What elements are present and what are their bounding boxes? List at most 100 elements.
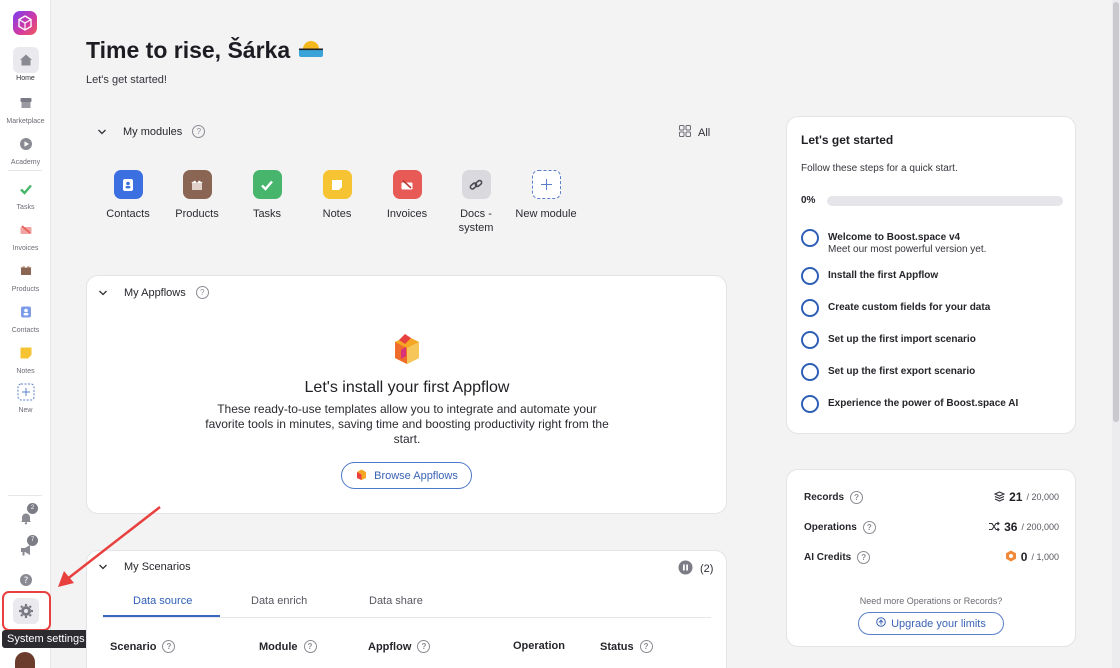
shuffle-icon [988, 521, 1000, 534]
step-import-scenario[interactable]: Set up the first import scenario [801, 331, 976, 349]
help-icon[interactable]: ? [192, 125, 206, 138]
step-export-scenario[interactable]: Set up the first export scenario [801, 363, 975, 381]
appflow-icon [355, 468, 368, 484]
appflows-title: My Appflows [124, 286, 186, 299]
rail-label: Notes [16, 368, 35, 375]
rail-item-products[interactable]: Products [0, 258, 51, 293]
step-circle-icon [801, 229, 819, 247]
contact-icon [113, 170, 143, 199]
help-icon[interactable]: ? [857, 550, 871, 564]
box-icon [13, 258, 39, 284]
module-new[interactable]: New module [511, 170, 581, 221]
usage-card: Records? 21/ 20,000 Operations? 36/ 200,… [786, 469, 1076, 647]
rail-label: New [18, 407, 33, 414]
module-label: Tasks [252, 208, 282, 220]
step-title: Welcome to Boost.space v4 [828, 232, 961, 243]
tab-data-enrich[interactable]: Data enrich [251, 595, 307, 607]
scenarios-section-header: My Scenarios [98, 561, 191, 573]
rail-label: Home [16, 75, 35, 82]
rail-item-new[interactable]: New [0, 379, 51, 414]
usage-limit: / 20,000 [1026, 492, 1059, 502]
chevron-down-icon[interactable] [97, 127, 107, 137]
browse-appflows-button[interactable]: Browse Appflows [341, 462, 472, 489]
rail-item-home[interactable]: Home [0, 47, 51, 82]
contact-icon [13, 299, 39, 325]
system-settings-tooltip: System settings [2, 630, 90, 648]
pause-icon[interactable] [678, 560, 693, 578]
usage-value: 0 [1020, 550, 1028, 564]
module-invoices[interactable]: Invoices [372, 170, 442, 221]
home-icon [12, 47, 39, 73]
box-icon [182, 170, 212, 199]
help-icon[interactable]: ? [417, 640, 431, 653]
usage-label: AI Credits [804, 551, 852, 563]
rail-item-contacts[interactable]: Contacts [0, 299, 51, 334]
step-circle-icon [801, 267, 819, 285]
help-icon[interactable]: ? [862, 520, 876, 534]
all-label: All [698, 126, 711, 139]
usage-label: Operations [804, 521, 857, 533]
plus-icon [531, 170, 561, 199]
chevron-down-icon[interactable] [98, 562, 108, 572]
help-icon[interactable]: ? [303, 640, 317, 653]
appflows-section-header: My Appflows ? [98, 286, 209, 299]
module-contacts[interactable]: Contacts [93, 170, 163, 221]
ai-credit-icon [1005, 550, 1017, 564]
step-circle-icon [801, 331, 819, 349]
module-notes[interactable]: Notes [302, 170, 372, 221]
help-icon[interactable]: ? [639, 640, 653, 653]
all-modules-button[interactable]: All [679, 125, 710, 140]
help-icon[interactable]: ? [850, 490, 864, 504]
getting-started-subtitle: Follow these steps for a quick start. [801, 163, 958, 174]
page-scrollbar[interactable] [1112, 0, 1120, 668]
column-header-scenario[interactable]: Scenario? [110, 640, 176, 653]
column-label: Operation [513, 640, 565, 652]
chevron-down-icon[interactable] [98, 288, 108, 298]
step-description: Meet our most powerful version yet. [828, 244, 987, 255]
module-docs-system[interactable]: Docs - system [441, 170, 511, 235]
rail-item-marketplace[interactable]: Marketplace [0, 90, 51, 125]
step-custom-fields[interactable]: Create custom fields for your data [801, 299, 990, 317]
getting-started-card: Let's get started Follow these steps for… [786, 116, 1076, 434]
usage-value: 36 [1004, 520, 1018, 534]
step-welcome[interactable]: Welcome to Boost.space v4 Meet our most … [801, 229, 986, 256]
user-avatar[interactable] [15, 652, 35, 668]
notifications-button[interactable]: 2 [0, 503, 51, 531]
help-button[interactable]: ? [0, 567, 51, 593]
step-circle-icon [801, 395, 819, 413]
rail-item-notes[interactable]: Notes [0, 340, 51, 375]
tab-data-source[interactable]: Data source [133, 595, 192, 607]
invoice-icon [392, 170, 422, 199]
rail-label: Marketplace [6, 118, 45, 125]
rail-item-invoices[interactable]: Invoices [0, 217, 51, 252]
appflow-illustration-icon [389, 332, 425, 371]
help-icon[interactable]: ? [162, 640, 176, 653]
module-tasks[interactable]: Tasks [232, 170, 302, 221]
scenario-count-label: (2) [700, 563, 714, 575]
browse-label: Browse Appflows [374, 469, 458, 482]
column-header-status[interactable]: Status? [600, 640, 653, 653]
tab-data-share[interactable]: Data share [369, 595, 423, 607]
announcements-button[interactable]: 7 [0, 535, 51, 563]
step-title: Create custom fields for your data [828, 302, 991, 313]
rail-item-tasks[interactable]: Tasks [0, 176, 51, 211]
upgrade-limits-button[interactable]: Upgrade your limits [858, 612, 1004, 635]
column-label: Module [259, 640, 298, 653]
column-label: Status [600, 640, 634, 653]
scrollbar-thumb[interactable] [1113, 2, 1119, 422]
column-header-operation[interactable]: Operation [513, 640, 566, 652]
scenarios-title: My Scenarios [124, 561, 191, 573]
column-header-appflow[interactable]: Appflow? [368, 640, 431, 653]
help-icon[interactable]: ? [195, 286, 209, 299]
module-products[interactable]: Products [162, 170, 232, 221]
step-boostspace-ai[interactable]: Experience the power of Boost.space AI [801, 395, 1018, 413]
invoice-icon [13, 217, 39, 243]
layers-icon [993, 490, 1006, 504]
rail-label: Contacts [11, 327, 40, 334]
step-install-appflow[interactable]: Install the first Appflow [801, 267, 938, 285]
boostspace-logo-icon[interactable] [13, 11, 37, 35]
rail-item-academy[interactable]: Academy [0, 131, 51, 166]
column-header-module[interactable]: Module? [259, 640, 317, 653]
page-title: Time to rise, Šárka [86, 36, 324, 64]
store-icon [13, 90, 39, 116]
